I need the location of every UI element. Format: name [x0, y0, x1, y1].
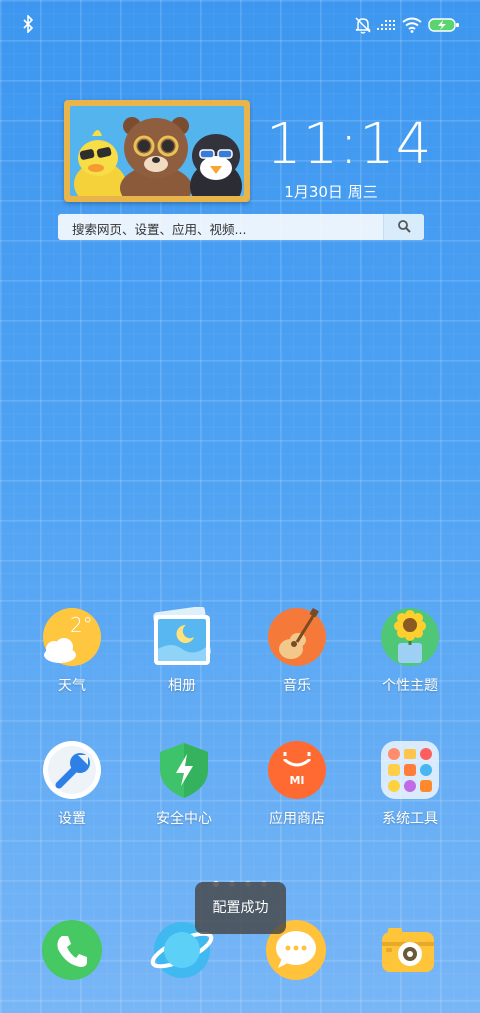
app-music[interactable]: 音乐	[247, 607, 347, 695]
app-label: 应用商店	[269, 811, 325, 827]
app-store-icon: MI	[267, 740, 327, 800]
app-label: 设置	[58, 811, 86, 827]
search-input[interactable]: 搜索网页、设置、应用、视频...	[72, 219, 246, 238]
wifi-icon	[402, 17, 422, 33]
signal-icon	[377, 20, 395, 30]
dock-phone[interactable]	[40, 918, 104, 982]
app-security[interactable]: 安全中心	[134, 740, 234, 828]
system-tools-folder-icon	[380, 740, 440, 800]
bluetooth-icon	[23, 15, 34, 33]
battery-charging-icon	[428, 18, 459, 32]
gallery-icon	[152, 606, 212, 667]
app-themes[interactable]: 个性主题	[360, 607, 460, 695]
app-weather[interactable]: 2° 天气	[22, 607, 122, 695]
camera-icon	[382, 928, 434, 972]
photo-widget[interactable]	[64, 100, 250, 202]
music-icon	[267, 607, 327, 667]
search-bar[interactable]: 搜索网页、设置、应用、视频...	[58, 214, 424, 240]
security-icon	[154, 740, 214, 800]
toast-message: 配置成功	[195, 882, 286, 934]
app-label: 个性主题	[382, 678, 438, 694]
app-system-tools-folder[interactable]: 系统工具	[360, 740, 460, 828]
status-bar	[0, 0, 480, 50]
phone-icon	[42, 920, 102, 980]
dock-camera[interactable]	[376, 918, 440, 982]
silent-bell-icon	[355, 17, 371, 34]
settings-icon	[42, 740, 102, 800]
app-label: 安全中心	[156, 811, 212, 827]
weather-icon: 2°	[42, 607, 102, 667]
cartoon-friends-photo-icon	[74, 117, 242, 196]
photo-image	[70, 106, 244, 196]
clock-time[interactable]: 11:14	[266, 112, 431, 177]
app-label: 天气	[58, 678, 86, 694]
clock-date[interactable]: 1月30日 周三	[266, 181, 396, 202]
app-store-badge: MI	[289, 774, 305, 787]
search-button[interactable]	[383, 214, 424, 240]
app-label: 音乐	[283, 678, 311, 694]
app-label: 系统工具	[382, 811, 438, 827]
weather-temp: 2°	[70, 613, 93, 637]
themes-icon	[380, 607, 440, 667]
app-label: 相册	[168, 678, 196, 694]
app-store[interactable]: MI 应用商店	[247, 740, 347, 828]
app-gallery[interactable]: 相册	[132, 606, 232, 695]
app-settings[interactable]: 设置	[22, 740, 122, 828]
search-icon	[398, 220, 411, 233]
